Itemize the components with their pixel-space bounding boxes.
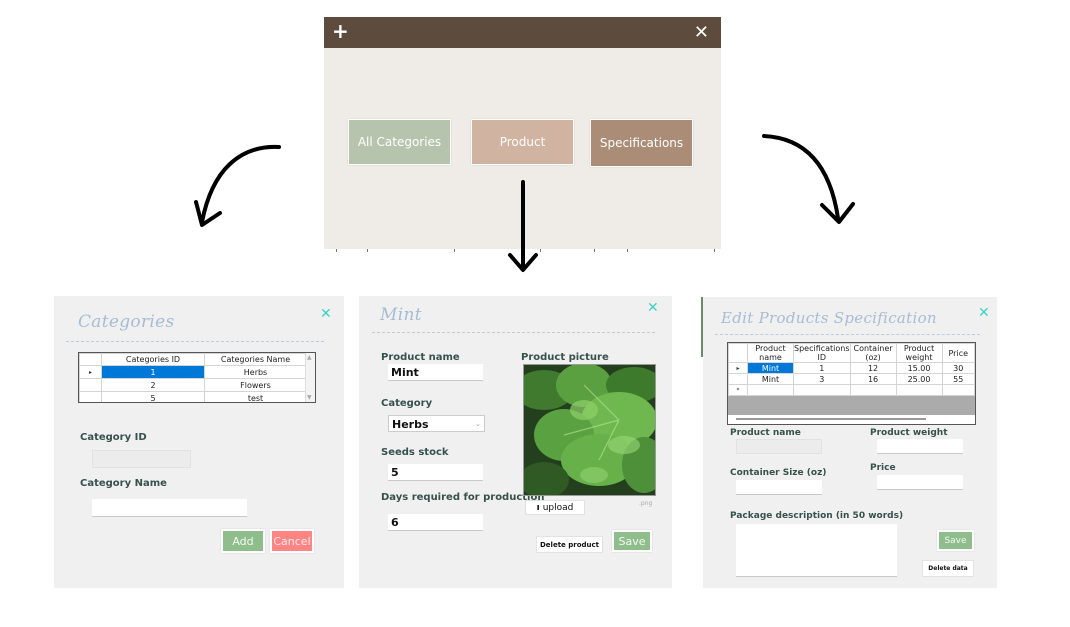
- column-header[interactable]: Product name: [747, 343, 794, 363]
- product-picture-label: Product picture: [521, 352, 609, 363]
- table-cell[interactable]: Mint: [747, 373, 794, 385]
- price-label: Price: [870, 463, 896, 473]
- title-divider: [372, 332, 655, 333]
- container-size-field[interactable]: [736, 480, 822, 495]
- specifications-table[interactable]: Product name Specifications ID Container…: [727, 342, 976, 425]
- column-header[interactable]: Price: [941, 343, 975, 363]
- table-cell[interactable]: 5: [101, 391, 205, 402]
- product-name-label: Product name: [730, 428, 801, 438]
- upload-button[interactable]: ı upload: [525, 500, 585, 515]
- column-header[interactable]: Product weight: [895, 343, 943, 363]
- all-categories-button[interactable]: All Categories: [348, 119, 451, 165]
- horizontal-scrollbar[interactable]: [728, 415, 975, 424]
- category-dropdown[interactable]: Herbs ⌄: [388, 415, 485, 432]
- table-row[interactable]: Mint 3 16 25.00 55: [728, 373, 975, 385]
- category-name-label: Category Name: [80, 478, 167, 489]
- days-required-label: Days required for production: [381, 492, 545, 503]
- delete-data-button[interactable]: Delete data: [922, 560, 974, 577]
- product-weight-label: Product weight: [870, 428, 948, 438]
- specifications-panel: Edit Products Specification ✕ Product na…: [703, 297, 997, 588]
- seeds-stock-field[interactable]: 5: [388, 464, 483, 481]
- table-cell[interactable]: 1: [101, 365, 205, 379]
- close-icon[interactable]: ✕: [694, 22, 709, 44]
- category-selected-value: Herbs: [392, 418, 429, 431]
- panel-title: Mint: [380, 305, 422, 325]
- container-size-label: Container Size (oz): [730, 468, 827, 478]
- panel-title: Edit Products Specification: [721, 309, 937, 327]
- column-header[interactable]: Categories Name: [204, 353, 307, 366]
- chevron-down-icon: ⌄: [475, 420, 481, 428]
- arrow-to-categories-icon: [194, 144, 281, 227]
- table-cell[interactable]: 16: [849, 373, 897, 385]
- package-description-label: Package description (in 50 words): [730, 511, 904, 521]
- save-button[interactable]: Save: [937, 530, 974, 551]
- new-row[interactable]: *: [728, 384, 975, 396]
- title-divider: [66, 341, 324, 342]
- category-name-field[interactable]: [92, 499, 247, 517]
- vertical-scrollbar[interactable]: ▲ ▼: [305, 353, 315, 402]
- column-header[interactable]: Categories ID: [101, 353, 205, 366]
- delete-product-button[interactable]: Delete product: [536, 536, 603, 553]
- days-required-field[interactable]: 6: [388, 514, 483, 531]
- file-extension-hint: .png: [639, 500, 653, 507]
- save-button[interactable]: Save: [612, 530, 652, 552]
- close-icon[interactable]: ✕: [320, 307, 332, 321]
- categories-table[interactable]: Categories ID Categories Name ▸ 1 Herbs …: [78, 352, 316, 403]
- product-name-label: Product name: [381, 352, 460, 363]
- table-cell[interactable]: Flowers: [204, 378, 307, 392]
- add-button[interactable]: Add: [221, 529, 265, 553]
- table-cell[interactable]: Mint: [747, 362, 794, 374]
- row-header-column: [79, 353, 102, 366]
- product-name-field[interactable]: Mint: [388, 364, 483, 381]
- table-cell[interactable]: 12: [849, 362, 897, 374]
- table-cell[interactable]: 30: [941, 362, 975, 374]
- table-row[interactable]: ▸ Mint 1 12 15.00 30: [728, 362, 975, 374]
- package-description-textarea[interactable]: [736, 524, 897, 577]
- table-cell[interactable]: 25.00: [895, 373, 943, 385]
- table-row[interactable]: 5 test: [79, 391, 307, 402]
- specifications-button[interactable]: Specifications: [590, 119, 693, 167]
- arrow-to-specifications-icon: [762, 134, 855, 224]
- product-panel: Mint ✕ Product name Mint Category Herbs …: [359, 296, 672, 588]
- table-cell[interactable]: test: [204, 391, 307, 402]
- category-id-field[interactable]: [92, 450, 191, 468]
- table-cell[interactable]: 15.00: [895, 362, 943, 374]
- price-field[interactable]: [877, 475, 963, 490]
- upload-label: upload: [542, 502, 574, 513]
- table-row[interactable]: ▸ 1 Herbs: [79, 365, 307, 379]
- plus-icon[interactable]: +: [332, 19, 349, 43]
- product-weight-field[interactable]: [877, 439, 963, 454]
- table-cell[interactable]: 3: [793, 373, 851, 385]
- table-cell[interactable]: 1: [793, 362, 851, 374]
- upload-icon: ı: [536, 502, 540, 513]
- table-cell[interactable]: 2: [101, 378, 205, 392]
- categories-panel: Categories ✕ Categories ID Categories Na…: [54, 296, 344, 588]
- category-label: Category: [381, 398, 433, 409]
- product-name-field[interactable]: [736, 439, 822, 454]
- scrollbar-thumb[interactable]: [736, 418, 926, 420]
- cancel-button[interactable]: Cancel: [270, 529, 314, 553]
- table-cell[interactable]: 55: [941, 373, 975, 385]
- scroll-up-icon[interactable]: ▲: [307, 354, 312, 361]
- arrow-to-product-icon: [508, 180, 538, 272]
- seeds-stock-label: Seeds stock: [381, 447, 449, 458]
- product-button[interactable]: Product: [471, 119, 574, 165]
- scroll-down-icon[interactable]: ▼: [307, 394, 312, 401]
- current-row-marker: ▸: [728, 362, 748, 374]
- close-icon[interactable]: ✕: [978, 306, 990, 320]
- title-divider: [715, 334, 980, 335]
- close-icon[interactable]: ✕: [647, 301, 659, 315]
- product-picture: [523, 364, 656, 496]
- new-row-marker: *: [728, 384, 748, 396]
- category-id-label: Category ID: [80, 432, 147, 443]
- table-row[interactable]: 2 Flowers: [79, 378, 307, 392]
- main-titlebar: + ✕: [324, 17, 721, 48]
- column-header[interactable]: Container (oz): [849, 343, 897, 363]
- panel-title: Categories: [78, 312, 175, 332]
- column-header[interactable]: Specifications ID: [793, 343, 851, 363]
- table-cell[interactable]: Herbs: [204, 365, 307, 379]
- current-row-marker: ▸: [79, 365, 102, 379]
